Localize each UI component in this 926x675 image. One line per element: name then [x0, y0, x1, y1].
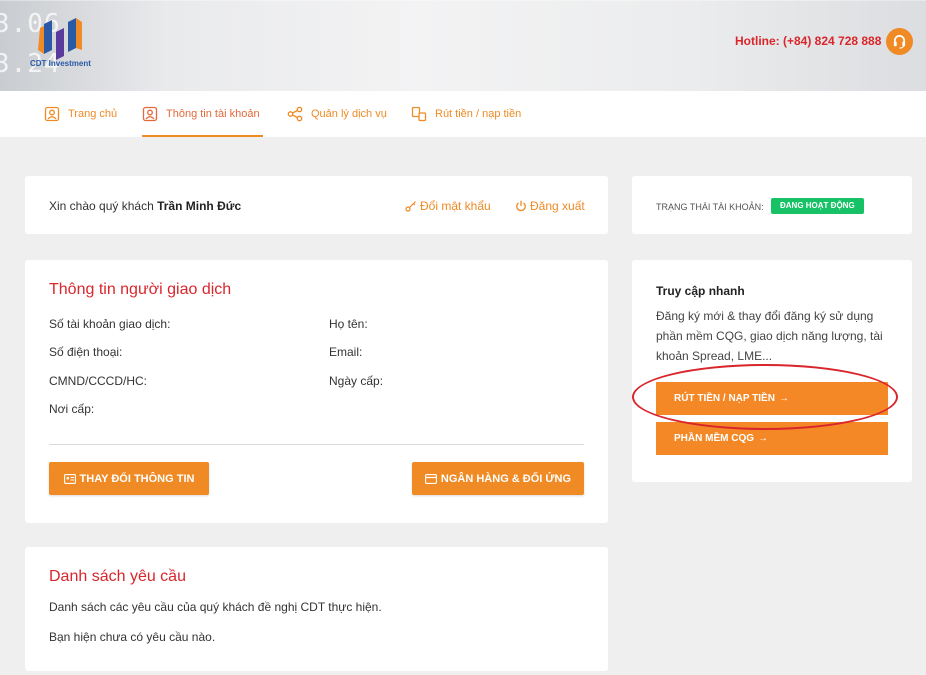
cqg-software-button[interactable]: PHẦN MỀM CQG →	[656, 422, 888, 455]
headset-icon	[893, 35, 906, 49]
account-status-label: TRẠNG THÁI TÀI KHOẢN:	[656, 202, 764, 212]
issue-place-label: Nơi cấp:	[49, 402, 95, 416]
greeting-text: Xin chào quý khách Trần Minh Đức	[49, 199, 241, 213]
logout-label: Đăng xuất	[530, 199, 585, 213]
arrow-right-icon: →	[778, 393, 789, 404]
change-password-label: Đổi mật khẩu	[420, 199, 491, 213]
hotline-text[interactable]: Hotline: (+84) 824 728 888	[735, 34, 881, 48]
logout-link[interactable]: Đăng xuất	[515, 199, 585, 213]
nav-home[interactable]: Trang chủ	[44, 91, 117, 137]
main-nav: Trang chủ Thông tin tài khoản Quản lý dị…	[0, 91, 926, 137]
account-number-label: Số tài khoản giao dịch:	[49, 317, 171, 331]
greeting-card: Xin chào quý khách Trần Minh Đức Đổi mật…	[25, 176, 608, 234]
requests-title: Danh sách yêu cầu	[49, 568, 186, 585]
quick-access-description: Đăng ký mới & thay đổi đăng ký sử dụng p…	[656, 309, 883, 363]
trader-info-card: Thông tin người giao dịch Số tài khoản g…	[25, 260, 608, 523]
trader-info-title: Thông tin người giao dịch	[49, 281, 232, 298]
id-card-label: CMND/CCCD/HC:	[49, 374, 147, 388]
divider	[49, 444, 584, 445]
header-banner: 3.06 3.24 CDT Investment Hotline: (+84) …	[0, 0, 926, 91]
requests-description: Danh sách các yêu cầu của quý khách đề n…	[49, 600, 382, 614]
bank-label: NGÂN HÀNG & ĐỐI ỨNG	[440, 472, 572, 485]
withdraw-deposit-label: RÚT TIỀN / NẠP TIỀN	[674, 393, 775, 404]
cqg-software-label: PHẦN MỀM CQG	[674, 433, 754, 444]
issue-date-label: Ngày cấp:	[329, 374, 384, 388]
user-icon	[44, 106, 60, 122]
key-icon	[405, 201, 416, 212]
phone-label: Số điện thoại:	[49, 345, 123, 359]
requests-empty-text: Bạn hiện chưa có yêu cầu nào.	[49, 630, 216, 644]
nav-home-label: Trang chủ	[68, 108, 118, 120]
quick-access-title: Truy cập nhanh	[656, 284, 745, 298]
nav-service-management[interactable]: Quản lý dịch vụ	[287, 91, 387, 137]
share-nodes-icon	[287, 106, 303, 122]
account-status-card: TRẠNG THÁI TÀI KHOẢN: ĐANG HOẠT ĐỘNG	[632, 176, 912, 234]
greeting-prefix: Xin chào quý khách	[49, 199, 154, 213]
change-info-label: THAY ĐỔI THÔNG TIN	[79, 472, 195, 485]
nav-withdraw-deposit[interactable]: Rút tiền / nạp tiền	[411, 91, 521, 137]
nav-account-info-label: Thông tin tài khoản	[166, 108, 260, 120]
nav-withdraw-deposit-label: Rút tiền / nạp tiền	[435, 108, 522, 120]
user-icon	[142, 106, 158, 122]
withdraw-deposit-button[interactable]: RÚT TIỀN / NẠP TIỀN →	[656, 382, 888, 415]
power-icon	[516, 200, 526, 212]
exchange-icon	[411, 106, 427, 122]
nav-service-management-label: Quản lý dịch vụ	[311, 108, 387, 120]
email-label: Email:	[329, 345, 363, 359]
status-badge: ĐANG HOẠT ĐỘNG	[771, 198, 864, 214]
quick-access-card: Truy cập nhanh Đăng ký mới & thay đổi đă…	[632, 260, 912, 482]
change-info-button[interactable]: THAY ĐỔI THÔNG TIN	[49, 462, 209, 495]
customer-name: Trần Minh Đức	[157, 199, 242, 213]
bank-button[interactable]: NGÂN HÀNG & ĐỐI ỨNG	[412, 462, 584, 495]
credit-card-icon	[424, 473, 437, 484]
nav-account-info[interactable]: Thông tin tài khoản	[142, 91, 263, 137]
requests-card: Danh sách yêu cầu Danh sách các yêu cầu …	[25, 547, 608, 671]
support-headset-button[interactable]	[886, 28, 913, 55]
id-card-icon	[63, 473, 76, 484]
arrow-right-icon: →	[758, 433, 768, 444]
change-password-link[interactable]: Đổi mật khẩu	[405, 199, 491, 213]
logo-text: CDT Investment	[30, 59, 91, 68]
full-name-label: Họ tên:	[329, 317, 368, 331]
